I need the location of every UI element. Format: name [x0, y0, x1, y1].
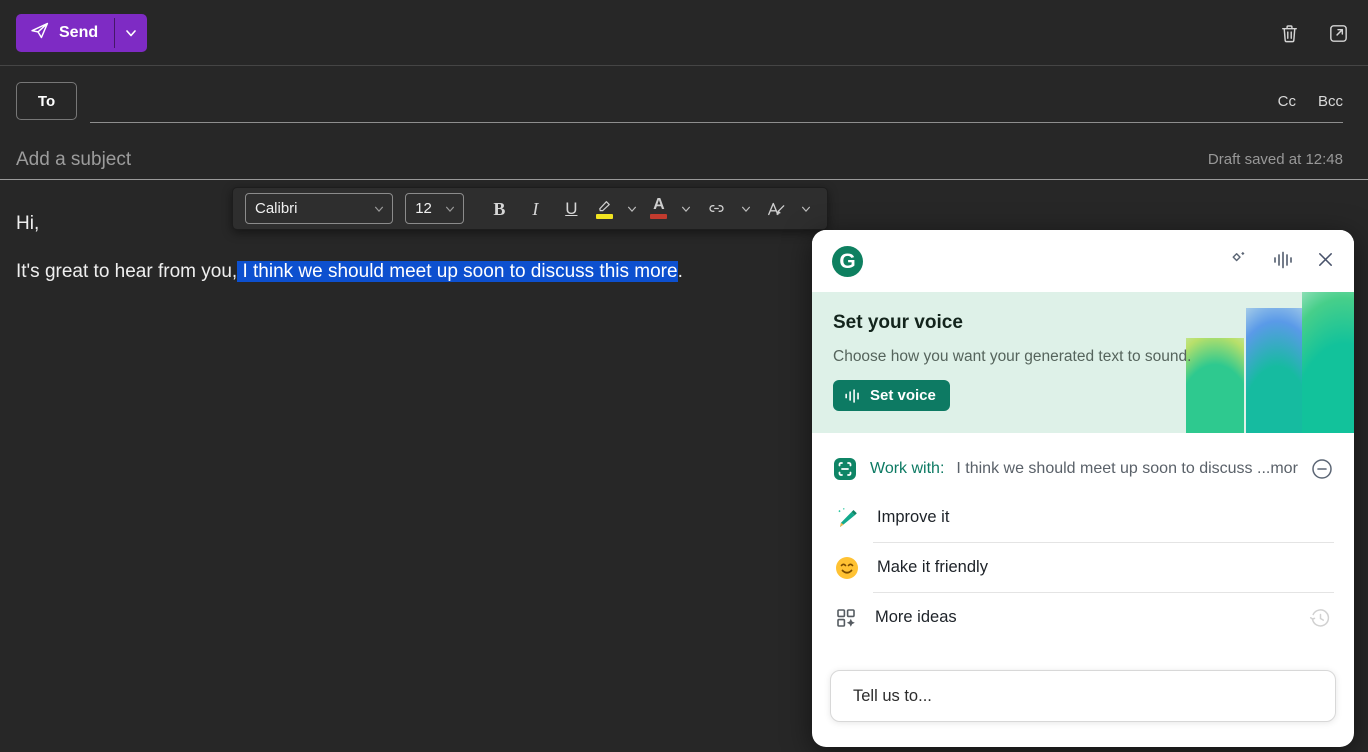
- pencil-sparkle-icon: [834, 505, 860, 531]
- grammarly-panel: G Set your voice Choose how you want you…: [812, 230, 1354, 747]
- highlight-color-dropdown[interactable]: [623, 203, 641, 215]
- set-voice-button-label: Set voice: [870, 387, 936, 404]
- font-color-swatch: [650, 214, 667, 219]
- delete-draft-button[interactable]: [1278, 22, 1301, 45]
- sparkle-icon: [1228, 248, 1251, 271]
- sentence-suffix: .: [678, 261, 683, 282]
- prompt-input[interactable]: [830, 670, 1336, 722]
- voice-card-subtitle: Choose how you want your generated text …: [833, 348, 1191, 366]
- send-split-button[interactable]: Send: [16, 14, 147, 52]
- body-sentence: It's great to hear from you, I think we …: [16, 261, 683, 283]
- bcc-button[interactable]: Bcc: [1318, 93, 1343, 110]
- font-color-button[interactable]: A: [647, 194, 671, 224]
- selected-text: I think we should meet up soon to discus…: [237, 261, 677, 282]
- chevron-down-icon: [680, 203, 692, 215]
- action-label: Make it friendly: [877, 558, 1332, 577]
- body-greeting: Hi,: [16, 213, 39, 235]
- chevron-down-icon: [124, 26, 138, 40]
- recipients-field-underline[interactable]: [90, 122, 1343, 123]
- grammarly-header: G: [812, 230, 1354, 292]
- more-formatting-dropdown[interactable]: [797, 203, 815, 215]
- action-more-ideas[interactable]: More ideas: [812, 593, 1354, 642]
- to-button[interactable]: To: [16, 82, 77, 120]
- format-options-icon: [765, 199, 787, 219]
- popout-icon: [1327, 22, 1350, 45]
- set-voice-card: Set your voice Choose how you want your …: [812, 292, 1354, 433]
- voice-waveform-icon: [843, 388, 862, 404]
- prompt-input-wrap: [830, 670, 1336, 722]
- work-with-text: I think we should meet up soon to discus…: [956, 460, 1298, 478]
- format-toolbar: Calibri 12 B I U A: [232, 187, 828, 230]
- underline-button[interactable]: U: [556, 193, 586, 225]
- font-size-dropdown[interactable]: 12: [405, 193, 464, 224]
- trash-icon: [1278, 22, 1301, 45]
- history-clock-icon: [1308, 606, 1332, 630]
- collapse-context-button[interactable]: [1310, 457, 1334, 481]
- action-improve-it[interactable]: Improve it: [812, 493, 1354, 542]
- chevron-down-icon: [373, 203, 385, 215]
- font-size-value: 12: [415, 200, 432, 217]
- chevron-down-icon: [800, 203, 812, 215]
- minus-circle-icon: [1310, 457, 1334, 481]
- send-button-label: Send: [59, 24, 98, 42]
- grammarly-logo-icon: G: [832, 246, 863, 277]
- voice-settings-button[interactable]: [1271, 249, 1295, 271]
- close-icon: [1315, 249, 1336, 270]
- link-icon: [706, 198, 727, 219]
- generative-ai-button[interactable]: [1228, 248, 1251, 271]
- history-button[interactable]: [1308, 606, 1332, 630]
- draft-saved-status: Draft saved at 12:48: [1208, 151, 1343, 168]
- action-make-it-friendly[interactable]: Make it friendly: [812, 543, 1354, 592]
- font-color-dropdown[interactable]: [677, 203, 695, 215]
- decorative-gradient: [1302, 292, 1354, 433]
- voice-card-title: Set your voice: [833, 312, 963, 334]
- close-panel-button[interactable]: [1315, 249, 1336, 270]
- font-family-value: Calibri: [255, 200, 298, 217]
- italic-button[interactable]: I: [520, 193, 550, 225]
- more-formatting-button[interactable]: [761, 193, 791, 225]
- top-toolbar: Send: [0, 0, 1368, 66]
- bold-button[interactable]: B: [484, 193, 514, 225]
- paper-plane-icon: [29, 20, 50, 46]
- link-options-dropdown[interactable]: [737, 203, 755, 215]
- cc-button[interactable]: Cc: [1278, 93, 1296, 110]
- recipients-row: To Cc Bcc: [0, 67, 1368, 125]
- work-with-row[interactable]: Work with: I think we should meet up soo…: [812, 445, 1354, 493]
- highlighter-icon: [596, 198, 613, 212]
- highlight-color-button[interactable]: [592, 194, 616, 224]
- selected-text-icon: [832, 456, 858, 482]
- subject-input[interactable]: Add a subject: [16, 149, 131, 171]
- set-voice-button[interactable]: Set voice: [833, 380, 950, 411]
- font-color-letter: A: [653, 198, 665, 212]
- insert-link-button[interactable]: [701, 193, 731, 225]
- chevron-down-icon: [626, 203, 638, 215]
- subject-row: Add a subject Draft saved at 12:48: [0, 125, 1368, 180]
- action-label: More ideas: [875, 608, 1291, 627]
- work-with-label: Work with:: [870, 460, 944, 478]
- compose-window: Send To Cc Bcc Add a subject Draft saved…: [0, 0, 1368, 752]
- grid-plus-icon: [834, 606, 858, 630]
- send-options-dropdown[interactable]: [115, 14, 147, 52]
- send-button[interactable]: Send: [16, 14, 114, 52]
- font-family-dropdown[interactable]: Calibri: [245, 193, 393, 224]
- chevron-down-icon: [740, 203, 752, 215]
- chevron-down-icon: [444, 203, 456, 215]
- action-label: Improve it: [877, 508, 1332, 527]
- decorative-gradient: [1246, 308, 1302, 433]
- decorative-gradient: [1186, 338, 1244, 433]
- highlight-swatch: [596, 214, 613, 219]
- open-in-new-window-button[interactable]: [1327, 22, 1350, 45]
- sentence-prefix: It's great to hear from you,: [16, 261, 237, 282]
- smiley-icon: [834, 555, 860, 581]
- voice-waveform-icon: [1271, 249, 1295, 271]
